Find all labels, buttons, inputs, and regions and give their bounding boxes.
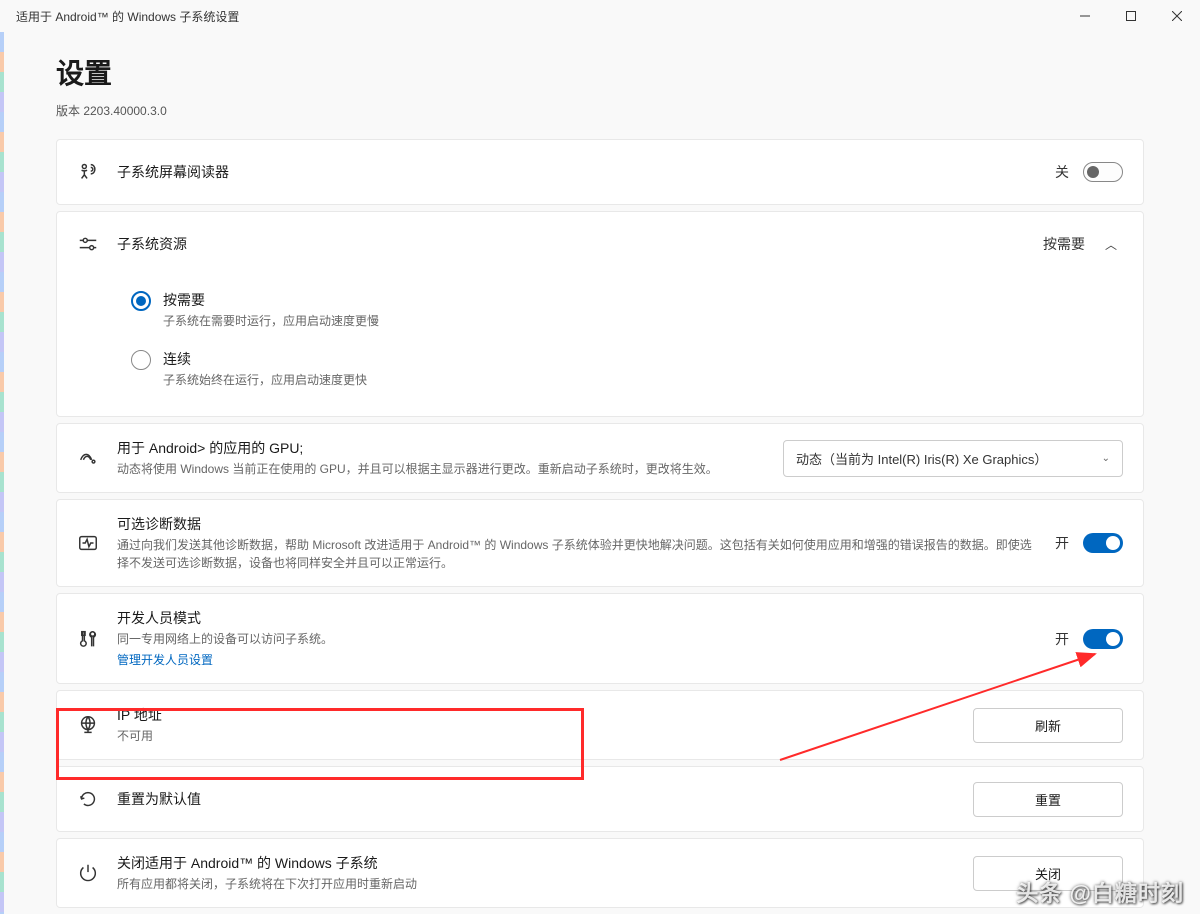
screen-reader-row[interactable]: 子系统屏幕阅读器 关 <box>57 140 1143 204</box>
decorative-strip <box>0 32 4 914</box>
globe-icon <box>77 714 117 736</box>
reset-card: 重置为默认值 重置 <box>56 766 1144 832</box>
developer-state: 开 <box>1055 629 1069 649</box>
minimize-button[interactable] <box>1062 0 1108 32</box>
power-icon <box>77 862 117 884</box>
developer-row[interactable]: 开发人员模式 同一专用网络上的设备可以访问子系统。 管理开发人员设置 开 <box>57 594 1143 683</box>
close-button[interactable] <box>1154 0 1200 32</box>
gpu-icon <box>77 447 117 469</box>
diagnostics-desc: 通过向我们发送其他诊断数据，帮助 Microsoft 改进适用于 Android… <box>117 536 1039 572</box>
diagnostics-title: 可选诊断数据 <box>117 514 1039 534</box>
title-bar: 适用于 Android™ 的 Windows 子系统设置 <box>0 0 1200 32</box>
screen-reader-toggle[interactable] <box>1083 162 1123 182</box>
diagnostics-card: 可选诊断数据 通过向我们发送其他诊断数据，帮助 Microsoft 改进适用于 … <box>56 499 1144 587</box>
ip-desc: 不可用 <box>117 727 973 745</box>
gpu-card: 用于 Android> 的应用的 GPU; 动态将使用 Windows 当前正在… <box>56 423 1144 493</box>
resources-title: 子系统资源 <box>117 234 1043 254</box>
chevron-down-icon: ⌄ <box>1102 453 1110 464</box>
option-continuous[interactable]: 连续 子系统始终在运行，应用启动速度更快 <box>131 339 1123 398</box>
heartbeat-icon <box>77 532 117 554</box>
gpu-select-value: 动态（当前为 Intel(R) Iris(R) Xe Graphics） <box>796 449 1047 468</box>
screen-reader-state: 关 <box>1055 162 1069 182</box>
option-on-demand[interactable]: 按需要 子系统在需要时运行，应用启动速度更慢 <box>131 280 1123 339</box>
continuous-title: 连续 <box>163 349 367 369</box>
window-controls <box>1062 0 1200 32</box>
shutdown-card: 关闭适用于 Android™ 的 Windows 子系统 所有应用都将关闭，子系… <box>56 838 1144 908</box>
shutdown-title: 关闭适用于 Android™ 的 Windows 子系统 <box>117 853 973 873</box>
developer-toggle[interactable] <box>1083 629 1123 649</box>
reset-row[interactable]: 重置为默认值 重置 <box>57 767 1143 831</box>
developer-desc: 同一专用网络上的设备可以访问子系统。 <box>117 630 1055 648</box>
radio-unchecked-icon <box>131 350 151 370</box>
maximize-button[interactable] <box>1108 0 1154 32</box>
resources-options: 按需要 子系统在需要时运行，应用启动速度更慢 连续 子系统始终在运行，应用启动速… <box>57 276 1143 416</box>
continuous-desc: 子系统始终在运行，应用启动速度更快 <box>163 371 367 388</box>
diagnostics-toggle[interactable] <box>1083 533 1123 553</box>
sliders-icon <box>77 233 117 255</box>
ip-row[interactable]: IP 地址 不可用 刷新 <box>57 691 1143 759</box>
page-title: 设置 <box>56 52 1144 92</box>
ip-title: IP 地址 <box>117 705 973 725</box>
on-demand-title: 按需要 <box>163 290 379 310</box>
resources-row[interactable]: 子系统资源 按需要 ︿ <box>57 212 1143 276</box>
shutdown-desc: 所有应用都将关闭，子系统将在下次打开应用时重新启动 <box>117 875 973 893</box>
ip-card: IP 地址 不可用 刷新 <box>56 690 1144 760</box>
gpu-row[interactable]: 用于 Android> 的应用的 GPU; 动态将使用 Windows 当前正在… <box>57 424 1143 492</box>
shutdown-row[interactable]: 关闭适用于 Android™ 的 Windows 子系统 所有应用都将关闭，子系… <box>57 839 1143 907</box>
diagnostics-row[interactable]: 可选诊断数据 通过向我们发送其他诊断数据，帮助 Microsoft 改进适用于 … <box>57 500 1143 586</box>
accessibility-icon <box>77 161 117 183</box>
screen-reader-card: 子系统屏幕阅读器 关 <box>56 139 1144 205</box>
reset-button[interactable]: 重置 <box>973 782 1123 817</box>
gpu-select[interactable]: 动态（当前为 Intel(R) Iris(R) Xe Graphics） ⌄ <box>783 440 1123 477</box>
screen-reader-title: 子系统屏幕阅读器 <box>117 162 1055 182</box>
developer-card: 开发人员模式 同一专用网络上的设备可以访问子系统。 管理开发人员设置 开 <box>56 593 1144 684</box>
developer-link[interactable]: 管理开发人员设置 <box>117 651 213 668</box>
chevron-up-icon: ︿ <box>1099 236 1123 253</box>
resources-card: 子系统资源 按需要 ︿ 按需要 子系统在需要时运行，应用启动速度更慢 连续 子系… <box>56 211 1144 417</box>
window-title: 适用于 Android™ 的 Windows 子系统设置 <box>16 8 239 25</box>
refresh-button[interactable]: 刷新 <box>973 708 1123 743</box>
diagnostics-state: 开 <box>1055 533 1069 553</box>
gpu-title: 用于 Android> 的应用的 GPU; <box>117 438 767 458</box>
resources-value: 按需要 <box>1043 234 1085 254</box>
developer-title: 开发人员模式 <box>117 608 1055 628</box>
undo-icon <box>77 788 117 810</box>
tools-icon <box>77 628 117 650</box>
reset-title: 重置为默认值 <box>117 789 973 809</box>
page-content: 设置 版本 2203.40000.3.0 子系统屏幕阅读器 关 子系统资源 按需… <box>0 32 1200 908</box>
version-label: 版本 2203.40000.3.0 <box>56 102 1144 119</box>
radio-checked-icon <box>131 291 151 311</box>
watermark: 头条 @白糖时刻 <box>1016 876 1184 908</box>
on-demand-desc: 子系统在需要时运行，应用启动速度更慢 <box>163 312 379 329</box>
gpu-desc: 动态将使用 Windows 当前正在使用的 GPU，并且可以根据主显示器进行更改… <box>117 460 767 478</box>
